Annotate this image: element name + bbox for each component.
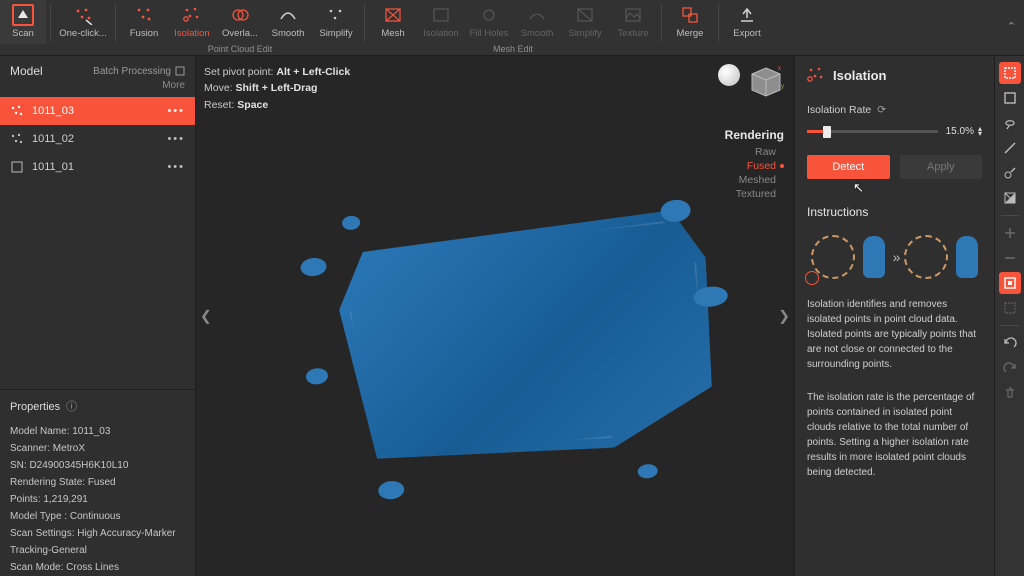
model-panel: Model Batch Processing More 1011_03 ••• 1… [0, 56, 196, 576]
prop-row: SN: D24900345H6K10L10 [10, 457, 185, 474]
rail-select-square-icon[interactable] [999, 87, 1021, 109]
material-sphere-icon[interactable] [718, 64, 740, 86]
item-menu-icon[interactable]: ••• [167, 161, 185, 173]
viewport-next-icon[interactable]: ❯ [778, 308, 790, 325]
item-menu-icon[interactable]: ••• [167, 105, 185, 117]
merge-button[interactable]: Merge [666, 0, 714, 44]
prop-row: Points: 1,219,291 [10, 491, 185, 508]
more-link[interactable]: More [0, 80, 195, 97]
overlap-button[interactable]: Overla... [216, 0, 264, 44]
stepper-icon[interactable]: ▴▾ [978, 127, 982, 137]
svg-text:x: x [778, 66, 781, 72]
mesh-smooth-button: Smooth [513, 0, 561, 44]
model-item-1011-03[interactable]: 1011_03 ••• [0, 97, 195, 125]
viewport-prev-icon[interactable]: ❮ [200, 308, 212, 325]
model-panel-title: Model [10, 64, 43, 78]
oneclick-button[interactable]: One-click... [55, 0, 111, 44]
pointcloud-icon [10, 104, 24, 118]
rail-delete-icon[interactable] [999, 382, 1021, 404]
prop-row: Rendering State: Fused [10, 474, 185, 491]
fillholes-button: Fill Holes [465, 0, 513, 44]
rail-contrast-icon[interactable] [999, 187, 1021, 209]
mesh-button[interactable]: Mesh [369, 0, 417, 44]
texture-button: Texture [609, 0, 657, 44]
rail-clear-icon[interactable] [999, 297, 1021, 319]
render-opt-fused[interactable]: Fused [747, 160, 784, 172]
rail-brush-icon[interactable] [999, 162, 1021, 184]
simplify-button[interactable]: Simplify [312, 0, 360, 44]
rail-add-icon[interactable] [999, 222, 1021, 244]
instructions-para2: The isolation rate is the percentage of … [807, 390, 982, 480]
refresh-icon[interactable]: ⟳ [877, 104, 886, 116]
rail-sub-icon[interactable] [999, 247, 1021, 269]
isolation-panel: Isolation Isolation Rate ⟳ 15.0% ▴▾ Detect… [794, 56, 994, 576]
rendering-controls: xy Rendering Raw Fused Meshed Textured [718, 64, 784, 200]
isolation-button[interactable]: Isolation [168, 0, 216, 44]
model-item-1011-02[interactable]: 1011_02 ••• [0, 125, 195, 153]
model-item-1011-01[interactable]: 1011_01 ••• [0, 153, 195, 181]
scan-preview [289, 176, 748, 519]
render-opt-meshed[interactable]: Meshed [739, 174, 784, 186]
info-icon[interactable]: ⓘ [66, 398, 77, 417]
instructions-para1: Isolation identifies and removes isolate… [807, 297, 982, 372]
model-item-label: 1011_03 [32, 105, 74, 117]
mesh-icon [10, 160, 24, 174]
fusion-button[interactable]: Fusion [120, 0, 168, 44]
model-item-label: 1011_01 [32, 161, 74, 173]
smooth-button[interactable]: Smooth [264, 0, 312, 44]
mesh-simplify-button: Simplify [561, 0, 609, 44]
group-label-me: Mesh Edit [369, 44, 657, 54]
rail-boundary-icon[interactable] [999, 272, 1021, 294]
isolation-value: 15.0% [946, 126, 974, 137]
properties-panel: Properties ⓘ Model Name: 1011_03 Scanner:… [0, 389, 195, 576]
export-button[interactable]: Export [723, 0, 771, 44]
rail-select-rect-icon[interactable] [999, 62, 1021, 84]
instructions-title: Instructions [807, 205, 982, 219]
toolbar-collapse-icon[interactable]: ⌃ [1007, 20, 1016, 33]
tool-rail [994, 56, 1024, 576]
viewport-hints: Set pivot point: Alt + Left-Click Move: … [204, 64, 350, 113]
instructions-illustration: » [807, 235, 982, 279]
batch-processing-link[interactable]: Batch Processing [93, 66, 185, 77]
properties-title: Properties [10, 398, 60, 417]
view-cube[interactable]: xy [748, 64, 784, 100]
render-opt-raw[interactable]: Raw [755, 146, 784, 158]
isolation-title: Isolation [833, 68, 886, 83]
viewport[interactable]: Set pivot point: Alt + Left-Click Move: … [196, 56, 794, 576]
detect-button[interactable]: Detect [807, 155, 890, 179]
model-item-label: 1011_02 [32, 133, 74, 145]
pointcloud-icon [10, 132, 24, 146]
rendering-title: Rendering [725, 128, 784, 142]
prop-row: Scanner: MetroX [10, 440, 185, 457]
main-toolbar: Scan One-click... Fusion Isolation Overl… [0, 0, 1024, 56]
item-menu-icon[interactable]: ••• [167, 133, 185, 145]
isolation-slider[interactable] [807, 130, 938, 133]
svg-text:y: y [781, 84, 784, 90]
apply-button[interactable]: Apply [900, 155, 983, 179]
rail-lasso-icon[interactable] [999, 112, 1021, 134]
mesh-isolation-button: Isolation [417, 0, 465, 44]
scan-button[interactable]: Scan [0, 0, 46, 44]
prop-row: Model Type : Continuous [10, 508, 185, 525]
prop-row: Scan Settings: High Accuracy-Marker Trac… [10, 525, 185, 559]
rail-undo-icon[interactable] [999, 332, 1021, 354]
prop-row: Scan Mode: Cross Lines [10, 559, 185, 576]
isolation-icon [807, 66, 825, 84]
group-label-pce: Point Cloud Edit [120, 44, 360, 54]
rate-label: Isolation Rate [807, 104, 871, 116]
rail-redo-icon[interactable] [999, 357, 1021, 379]
prop-row: Model Name: 1011_03 [10, 423, 185, 440]
rail-line-icon[interactable] [999, 137, 1021, 159]
render-opt-textured[interactable]: Textured [736, 188, 784, 200]
